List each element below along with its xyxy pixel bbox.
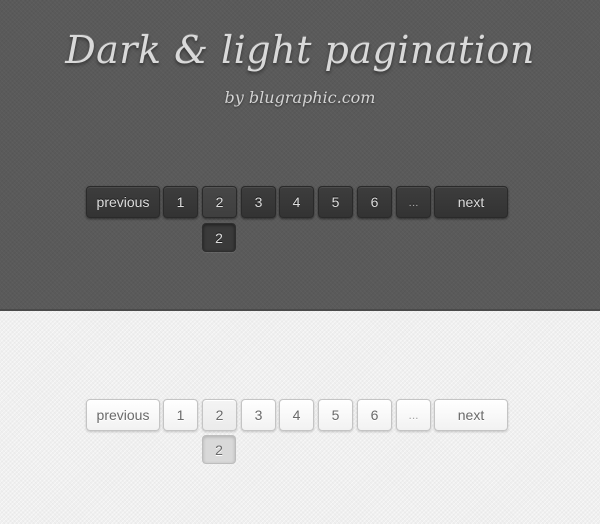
page-button-3[interactable]: 3: [241, 186, 276, 218]
page-subtitle: by blugraphic.com: [224, 88, 376, 107]
page-button-4[interactable]: 4: [279, 399, 314, 431]
page-button-4[interactable]: 4: [279, 186, 314, 218]
next-button[interactable]: next: [434, 186, 508, 218]
previous-button[interactable]: previous: [86, 186, 160, 218]
page-button-5[interactable]: 5: [318, 186, 353, 218]
dark-section: Dark & light pagination by blugraphic.co…: [0, 0, 600, 311]
page-button-6[interactable]: 6: [357, 186, 392, 218]
page-button-active-state[interactable]: 2: [202, 223, 236, 252]
page-button-6[interactable]: 6: [357, 399, 392, 431]
ellipsis-button[interactable]: ...: [396, 399, 431, 431]
page-button-2[interactable]: 2: [202, 186, 237, 218]
page-title: Dark & light pagination: [65, 28, 535, 72]
page-button-2[interactable]: 2: [202, 399, 237, 431]
ellipsis-button[interactable]: ...: [396, 186, 431, 218]
light-section: previous 1 2 3 4 5 6 ... next 2: [0, 311, 600, 524]
page-button-1[interactable]: 1: [163, 186, 198, 218]
page-button-active-state[interactable]: 2: [202, 435, 236, 464]
page-button-3[interactable]: 3: [241, 399, 276, 431]
next-button[interactable]: next: [434, 399, 508, 431]
previous-button[interactable]: previous: [86, 399, 160, 431]
page-button-1[interactable]: 1: [163, 399, 198, 431]
page-button-5[interactable]: 5: [318, 399, 353, 431]
